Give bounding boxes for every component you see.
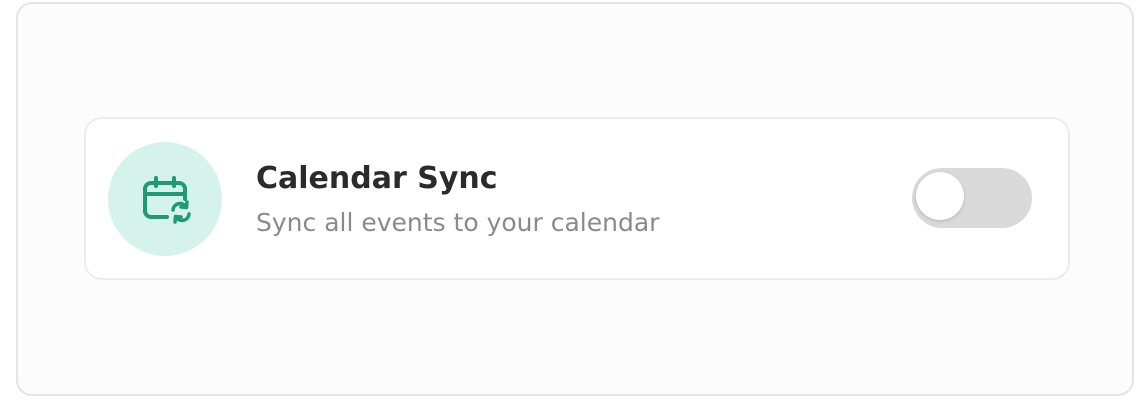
calendar-sync-toggle[interactable] bbox=[912, 168, 1032, 228]
setting-title: Calendar Sync bbox=[256, 161, 498, 196]
calendar-sync-icon bbox=[143, 176, 191, 224]
toggle-knob[interactable] bbox=[916, 172, 964, 220]
icon-badge bbox=[108, 142, 222, 256]
setting-description: Sync all events to your calendar bbox=[256, 208, 660, 237]
